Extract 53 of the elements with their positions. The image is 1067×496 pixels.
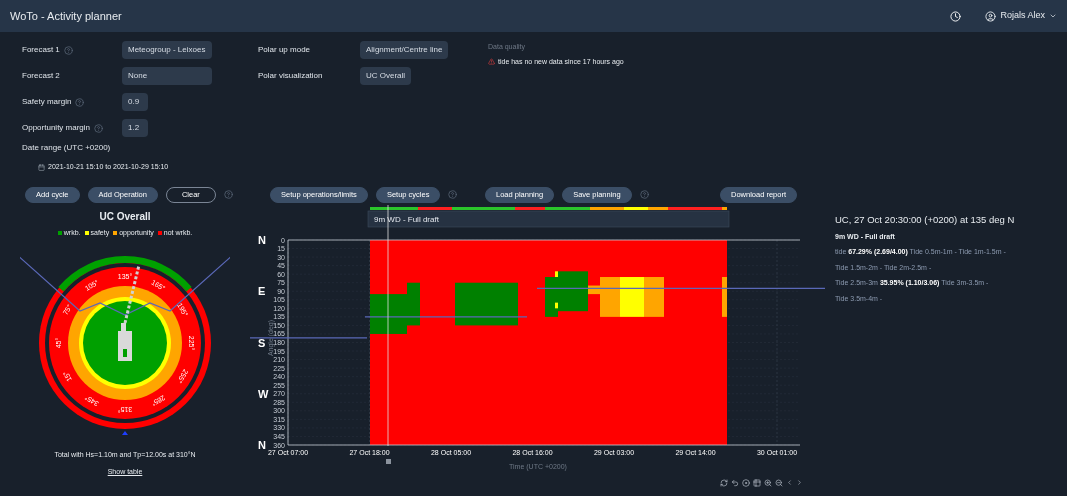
- value-field[interactable]: Alignment/Centre line: [360, 41, 449, 59]
- clock-icon[interactable]: [950, 10, 962, 22]
- setting-label: Polar visualization: [258, 70, 324, 82]
- calendar-icon[interactable]: [38, 163, 45, 171]
- panel-title: UC Overall: [99, 209, 151, 224]
- previous-icon[interactable]: [786, 479, 793, 486]
- setting-label: Forecast 2: [22, 70, 60, 82]
- disc-icon[interactable]: [742, 478, 750, 487]
- help-icon[interactable]: [448, 190, 458, 199]
- value-field[interactable]: 0.9: [122, 93, 148, 111]
- next-icon[interactable]: [796, 479, 803, 486]
- heatmap-cell: [600, 276, 620, 317]
- heatmap-cell: [644, 276, 664, 317]
- heatmap-cell: [455, 282, 518, 325]
- setting-label: Opportunity margin: [22, 122, 91, 134]
- zoom-out-icon[interactable]: [775, 478, 783, 487]
- compass-label: E: [258, 284, 266, 297]
- app-title: WoTo - Activity planner: [10, 8, 122, 24]
- undo-icon[interactable]: [731, 478, 739, 487]
- operation-bar[interactable]: [367, 210, 730, 227]
- user-icon: [985, 10, 997, 22]
- time-cursor[interactable]: [387, 204, 389, 446]
- value-field[interactable]: None: [122, 67, 212, 85]
- help-icon[interactable]: [94, 123, 104, 133]
- setting-label: Polar up mode: [258, 44, 312, 56]
- zoom-in-icon[interactable]: [764, 478, 772, 487]
- compass-label: N: [258, 233, 266, 246]
- details-title: UC, 27 Oct 20:30:00 (+0200) at 135 deg N: [835, 212, 1016, 227]
- value-field[interactable]: UC Overall: [360, 67, 412, 85]
- value-field[interactable]: Meteogroup - Leixoes: [122, 41, 212, 59]
- heatmap-cell: [588, 285, 600, 294]
- caret-icon: [1049, 12, 1057, 20]
- setting-label: Forecast 1: [22, 44, 60, 56]
- compass-label: N: [258, 438, 266, 451]
- help-icon[interactable]: [75, 97, 85, 107]
- help-icon[interactable]: [63, 45, 73, 55]
- heatmap-cell: [407, 282, 420, 325]
- help-icon[interactable]: [639, 190, 649, 199]
- setting-label: Date range (UTC +0200): [22, 142, 112, 154]
- user-menu[interactable]: Rojals Alex: [985, 9, 1057, 23]
- heatmap-cell: [558, 270, 588, 311]
- compass-label: S: [258, 336, 266, 348]
- value-field[interactable]: 1.2: [122, 119, 148, 137]
- compass-label: W: [258, 387, 269, 400]
- heatmap-cell: [722, 276, 727, 317]
- help-icon[interactable]: [223, 190, 233, 199]
- operation-label: 9m WD - Full draft: [374, 214, 439, 224]
- setting-label: Safety margin: [22, 96, 72, 108]
- table-icon[interactable]: [753, 478, 761, 487]
- heatmap-cell: [620, 276, 644, 317]
- warning-icon: [488, 58, 495, 66]
- cursor-handle[interactable]: [386, 458, 391, 464]
- refresh-icon[interactable]: [720, 478, 728, 487]
